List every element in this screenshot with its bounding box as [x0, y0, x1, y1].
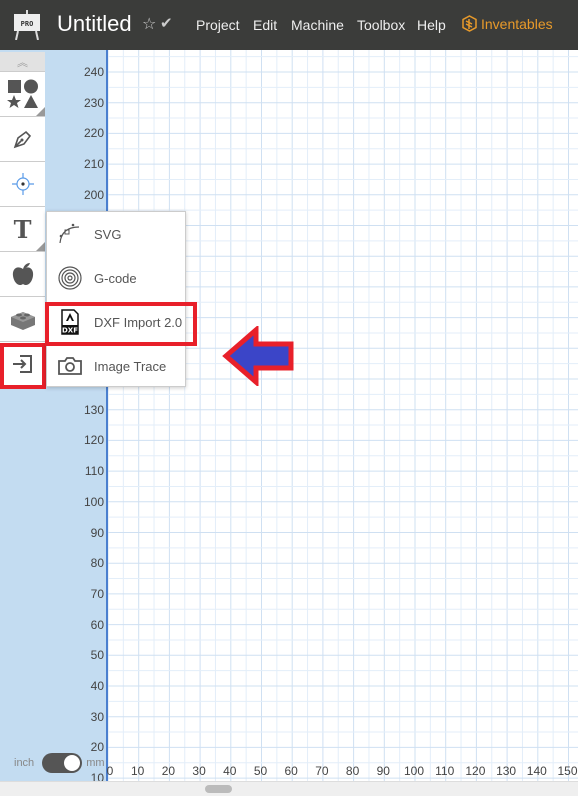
y-tick-label: 110 — [84, 464, 104, 479]
x-tick-label: 80 — [345, 764, 360, 778]
menu-edit[interactable]: Edit — [253, 17, 277, 33]
y-tick-label: 70 — [90, 586, 104, 601]
image-trace-label: Image Trace — [94, 358, 167, 374]
pro-easel-logo-icon[interactable]: PRO — [13, 10, 41, 40]
image-trace-item[interactable]: Image Trace — [47, 344, 185, 388]
collapse-toolbar-button[interactable]: ︽ — [0, 52, 45, 72]
x-tick-label: 70 — [315, 764, 329, 778]
inventables-logo-icon — [462, 15, 477, 32]
y-tick-label: 220 — [83, 126, 104, 141]
left-toolbar: ︽ T — [0, 52, 45, 387]
import-button-highlight — [0, 343, 46, 389]
unit-inch-label: inch — [14, 757, 35, 769]
import-gcode-label: G-code — [94, 270, 137, 286]
x-tick-label: 140 — [526, 764, 547, 778]
svg-curve-icon — [59, 223, 80, 244]
x-tick-label: 40 — [223, 764, 237, 778]
inventables-link[interactable]: Inventables — [462, 15, 553, 32]
camera-icon — [58, 357, 82, 375]
svg-text:PRO: PRO — [21, 20, 34, 28]
y-tick-label: 130 — [83, 402, 104, 417]
shapes-tool-button[interactable] — [0, 72, 45, 117]
y-tick-label: 50 — [90, 648, 104, 663]
y-tick-label: 40 — [90, 679, 104, 693]
menu-machine[interactable]: Machine — [291, 17, 344, 33]
lego-brick-icon — [10, 312, 35, 330]
apps-button[interactable] — [0, 252, 45, 297]
x-tick-label: 10 — [131, 764, 145, 778]
menu-toolbox[interactable]: Toolbox — [357, 17, 405, 33]
x-tick-label: 130 — [496, 764, 517, 778]
apple-icon — [12, 263, 33, 286]
y-tick-label: 30 — [90, 709, 104, 724]
crosshair-target-icon — [11, 173, 34, 195]
import-svg-label: SVG — [94, 226, 122, 242]
menu-help[interactable]: Help — [417, 17, 446, 33]
x-tick-label: 100 — [403, 764, 425, 778]
x-tick-label: 120 — [465, 764, 486, 778]
pointing-arrow-annotation — [222, 326, 294, 386]
import-svg-item[interactable]: SVG — [47, 212, 185, 256]
x-tick-label: 90 — [376, 764, 390, 778]
y-tick-label: 100 — [83, 494, 104, 509]
shapes-icon — [6, 79, 38, 108]
y-tick-label: 210 — [83, 157, 104, 172]
parts-library-button[interactable] — [0, 297, 45, 342]
menu-project[interactable]: Project — [196, 17, 240, 33]
pen-nib-icon — [13, 130, 31, 149]
x-tick-label: 150 — [557, 764, 578, 778]
y-tick-label: 120 — [83, 433, 104, 448]
saved-check-icon: ✔ — [160, 15, 173, 32]
y-tick-label: 230 — [83, 95, 104, 110]
x-tick-label: 0 — [106, 764, 114, 778]
import-gcode-item[interactable]: G-code — [47, 256, 185, 300]
target-tool-button[interactable] — [0, 162, 45, 207]
dxf-import-highlight — [45, 302, 197, 346]
x-tick-label: 60 — [284, 764, 298, 778]
text-t-icon: T — [13, 214, 32, 244]
unit-mm-label: mm — [86, 757, 105, 769]
y-tick-label: 200 — [83, 187, 104, 202]
unit-switch[interactable] — [42, 753, 83, 773]
submenu-corner-icon — [36, 242, 45, 251]
scrollbar-thumb[interactable] — [205, 785, 232, 793]
import-menu: SVG G-code DXF DXF Import 2.0 Image Trac… — [46, 211, 186, 387]
submenu-corner-icon — [36, 107, 45, 116]
pen-tool-button[interactable] — [0, 117, 45, 162]
x-tick-label: 20 — [161, 764, 176, 778]
top-bar: PRO Untitled ☆ ✔ Project Edit Machine To… — [0, 0, 578, 50]
x-tick-label: 110 — [435, 764, 455, 778]
inventables-label: Inventables — [481, 15, 553, 32]
y-tick-label: 60 — [90, 617, 104, 632]
unit-toggle[interactable]: inch mm — [14, 753, 105, 773]
x-tick-label: 30 — [192, 764, 206, 778]
design-canvas-grid[interactable] — [108, 50, 578, 781]
horizontal-scrollbar[interactable] — [0, 781, 578, 796]
gcode-rings-icon — [58, 266, 82, 290]
y-tick-label: 240 — [83, 65, 104, 79]
x-tick-label: 50 — [253, 764, 268, 778]
y-tick-label: 90 — [90, 525, 104, 540]
star-icon[interactable]: ☆ — [142, 14, 156, 34]
project-title[interactable]: Untitled — [57, 11, 132, 37]
double-chevron-up-icon: ︽ — [17, 56, 28, 69]
text-tool-button[interactable]: T — [0, 207, 45, 252]
y-tick-label: 80 — [90, 556, 104, 571]
y-axis-line — [106, 50, 108, 781]
